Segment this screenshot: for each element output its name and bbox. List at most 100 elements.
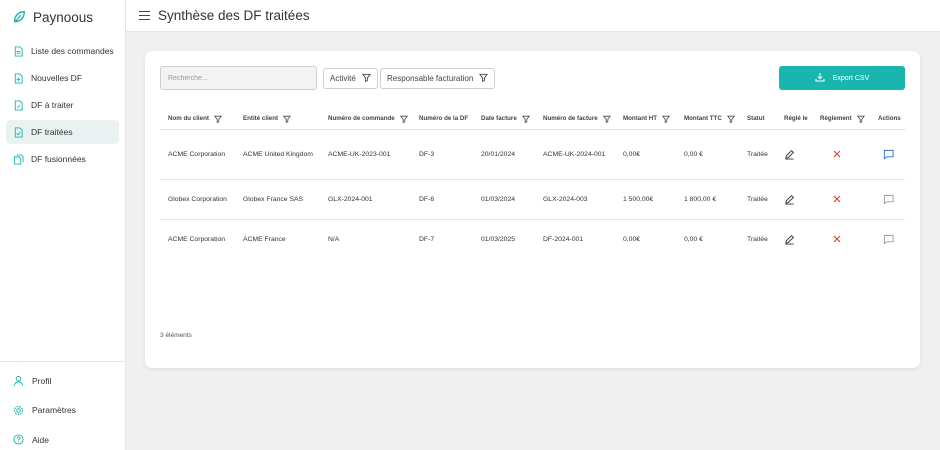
- comment-icon[interactable]: [878, 149, 905, 160]
- files-merge-icon: [13, 153, 24, 165]
- sidebar-item-df-a-traiter[interactable]: DF à traiter: [6, 93, 119, 117]
- column-header-statut[interactable]: Statut: [739, 109, 776, 130]
- filter-responsable-button[interactable]: Responsable facturation: [380, 68, 496, 89]
- sidebar-bottom: Profil Paramètres Aide: [0, 361, 125, 450]
- comment-icon[interactable]: [878, 234, 905, 245]
- column-header-label: Règlement: [820, 115, 852, 123]
- column-filter-icon[interactable]: [399, 115, 408, 123]
- amount-ht-cell: 0,00€: [623, 235, 641, 243]
- column-header-actions[interactable]: Actions: [870, 109, 905, 130]
- column-header-label: Entité client: [243, 115, 279, 123]
- filter-icon: [479, 73, 489, 84]
- column-header-montant-ht[interactable]: Montant HT: [615, 109, 676, 130]
- table-row: Globex Corporation Globex France SAS GLX-2…: [160, 179, 905, 220]
- sidebar-item-parametres[interactable]: Paramètres: [0, 396, 125, 426]
- invoice-date-cell: 01/03/2025: [481, 235, 516, 243]
- column-header-regle-le[interactable]: Réglé le: [776, 109, 812, 130]
- status-cell: Traitée: [739, 179, 776, 220]
- download-icon: [815, 72, 825, 84]
- column-header-numero-de-la-df[interactable]: Numéro de la DF: [411, 109, 473, 130]
- sidebar-item-aide[interactable]: Aide: [0, 425, 125, 450]
- edit-pencil-icon[interactable]: [784, 194, 812, 205]
- actions-cell: [870, 219, 905, 259]
- column-filter-icon[interactable]: [856, 115, 865, 123]
- close-x-icon: [820, 195, 870, 203]
- invoice-number-cell: DF-2024-001: [543, 235, 584, 243]
- edit-pencil-icon[interactable]: [784, 149, 812, 160]
- status-cell: Traitée: [739, 129, 776, 180]
- column-filter-icon[interactable]: [213, 115, 222, 123]
- column-header-label: Statut: [747, 115, 765, 123]
- edit-pencil-icon[interactable]: [784, 234, 812, 245]
- column-header-inner: Réglé le: [784, 115, 812, 122]
- column-filter-icon[interactable]: [602, 115, 611, 123]
- client-entity-cell: ACME France: [243, 235, 286, 243]
- sidebar-item-label: DF traitées: [31, 127, 73, 137]
- payment-cell: [812, 219, 870, 259]
- column-header-label: Actions: [878, 115, 901, 123]
- export-csv-button[interactable]: Export CSV: [779, 66, 905, 90]
- filter-activite-button[interactable]: Activité: [323, 68, 378, 89]
- invoice-date-cell: 20/01/2024: [473, 129, 535, 180]
- column-header-reglement[interactable]: Règlement: [812, 109, 870, 130]
- hamburger-menu-icon[interactable]: [130, 11, 158, 20]
- column-filter-icon[interactable]: [662, 115, 671, 123]
- column-header-label: Montant HT: [623, 115, 658, 123]
- column-header-inner: Statut: [747, 115, 776, 122]
- file-list-icon: [13, 45, 24, 57]
- comment-icon[interactable]: [878, 194, 905, 205]
- order-number-cell: GLX-2024-001: [320, 179, 411, 220]
- client-name-cell: ACME Corporation: [160, 129, 235, 180]
- invoice-date-cell: 01/03/2024: [473, 179, 535, 220]
- column-header-numero-de-facture[interactable]: Numéro de facture: [535, 109, 615, 130]
- column-header-date-facture[interactable]: Date facture: [473, 109, 535, 130]
- column-header-inner: Entité client: [243, 115, 320, 123]
- table-body: ACME Corporation ACME United Kingdom ACME-…: [160, 129, 905, 259]
- column-header-montant-ttc[interactable]: Montant TTC: [676, 109, 739, 130]
- sidebar-item-profil[interactable]: Profil: [0, 366, 125, 396]
- gear-icon: [13, 405, 24, 416]
- amount-ttc-cell: 0,00 €: [676, 129, 739, 180]
- file-check-icon: [13, 126, 24, 138]
- amount-ht-cell: 0,00€: [615, 129, 676, 180]
- column-header-inner: Règlement: [820, 115, 870, 123]
- order-number-cell: N/A: [328, 235, 340, 243]
- amount-ttc-cell: 1 800,00 €: [676, 179, 739, 220]
- column-header-inner: Numéro de la DF: [419, 115, 473, 122]
- df-number-cell: DF-3: [411, 129, 473, 180]
- sidebar-item-label: Liste des commandes: [31, 46, 114, 56]
- amount-ttc-cell: 0,00 €: [684, 235, 703, 243]
- column-filter-icon[interactable]: [521, 115, 530, 123]
- filter-activite-label: Activité: [330, 74, 356, 83]
- column-header-inner: Montant TTC: [684, 115, 739, 123]
- brand[interactable]: Paynoous: [0, 0, 125, 34]
- app-name: Paynoous: [33, 9, 94, 25]
- table-row: ACME Corporation ACME United Kingdom ACME-…: [160, 129, 905, 180]
- sidebar-item-label: Nouvelles DF: [31, 73, 83, 83]
- sidebar-item-nouvelles-df[interactable]: Nouvelles DF: [6, 66, 119, 90]
- column-header-label: Date facture: [481, 115, 517, 123]
- search-input[interactable]: [160, 66, 317, 90]
- column-header-label: Réglé le: [784, 115, 808, 123]
- df-number-cell: DF-7: [419, 235, 435, 243]
- column-filter-icon[interactable]: [726, 115, 735, 123]
- column-header-inner: Numéro de facture: [543, 115, 615, 123]
- sidebar-item-df-fusionnees[interactable]: DF fusionnées: [6, 147, 119, 171]
- payment-cell: [812, 129, 870, 180]
- column-header-entite-client[interactable]: Entité client: [235, 109, 320, 130]
- column-header-label: Montant TTC: [684, 115, 722, 123]
- column-filter-icon[interactable]: [283, 115, 292, 123]
- payment-cell: [812, 179, 870, 220]
- column-header-numero-de-commande[interactable]: Numéro de commande: [320, 109, 411, 130]
- paid-date-cell: [776, 219, 812, 259]
- column-header-label: Numéro de facture: [543, 115, 598, 123]
- main-card: Activité Responsable facturation Export …: [145, 51, 920, 368]
- sidebar-item-liste-commandes[interactable]: Liste des commandes: [6, 39, 119, 63]
- client-entity-cell: ACME United Kingdom: [235, 129, 320, 180]
- items-count: 3 éléments: [160, 332, 192, 339]
- column-header-nom-du-client[interactable]: Nom du client: [160, 109, 235, 130]
- sidebar-item-label: Paramètres: [32, 405, 76, 416]
- column-header-inner: Numéro de commande: [328, 115, 411, 123]
- column-header-label: Numéro de commande: [328, 115, 395, 123]
- sidebar-item-df-traitees[interactable]: DF traitées: [6, 120, 119, 144]
